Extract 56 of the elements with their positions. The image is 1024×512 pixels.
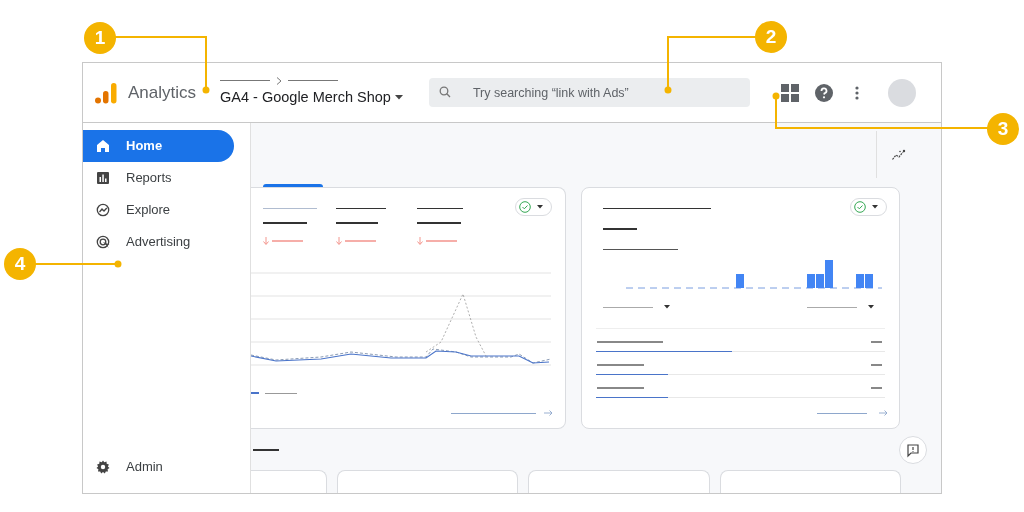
down-arrow-icon [263,237,269,245]
callout-number: 4 [4,248,36,280]
caret-icon[interactable] [664,305,670,309]
product-name: Analytics [128,81,197,104]
placeholder-line [597,387,644,389]
placeholder-line [603,228,637,230]
placeholder-line [597,364,644,366]
placeholder-line [263,222,307,224]
placeholder-line [272,240,303,242]
caret-icon [537,205,543,209]
callout-number: 1 [84,22,116,54]
down-arrow-icon [336,237,342,245]
chevron-right-icon [276,76,283,85]
property-selector[interactable]: GA4 - Google Merch Shop [220,86,403,109]
bar-chart-icon [96,171,110,185]
check-circle-icon [854,201,866,213]
callout-number: 3 [987,113,1019,145]
nav-item[interactable]: Home [83,130,234,162]
feedback-icon[interactable] [899,435,927,464]
active-tab-indicator [263,184,323,187]
placeholder-line [426,240,457,242]
placeholder-line [417,222,461,224]
check-circle-icon [519,201,531,213]
placeholder-line [597,341,663,343]
logo-icon [95,81,117,104]
search-icon [438,86,451,98]
search-field[interactable]: Try searching “link with Ads” [428,78,750,107]
placeholder-line [220,80,271,82]
placeholder-line [263,208,317,209]
home-icon [96,139,110,153]
chart-circle-icon [96,203,110,217]
placeholder-line [603,306,653,308]
nav-item[interactable]: Explore [83,194,234,226]
settings-icon[interactable] [96,460,110,474]
nav-item[interactable]: Reports [83,162,234,194]
placeholder-line [336,208,386,209]
placeholder-line [807,306,857,308]
callout-number: 2 [755,21,787,53]
apps-grid-icon[interactable] [780,83,799,102]
placeholder-line [265,392,297,394]
down-arrow-icon [417,237,423,245]
more-options-icon[interactable] [854,85,859,100]
placeholder-line [417,208,463,209]
placeholder-line [817,412,867,414]
target-icon [96,235,110,249]
placeholder-line [288,80,339,82]
caret-icon [872,205,878,209]
placeholder-line [336,222,378,224]
placeholder-line [345,240,376,242]
nav-item[interactable]: Advertising [83,226,234,258]
placeholder-line [253,448,279,451]
insights-icon[interactable] [892,148,906,161]
caret-icon[interactable] [868,305,874,309]
nav-item[interactable]: Admin [126,457,163,477]
caret-icon [394,95,403,100]
help-icon[interactable] [814,83,833,102]
